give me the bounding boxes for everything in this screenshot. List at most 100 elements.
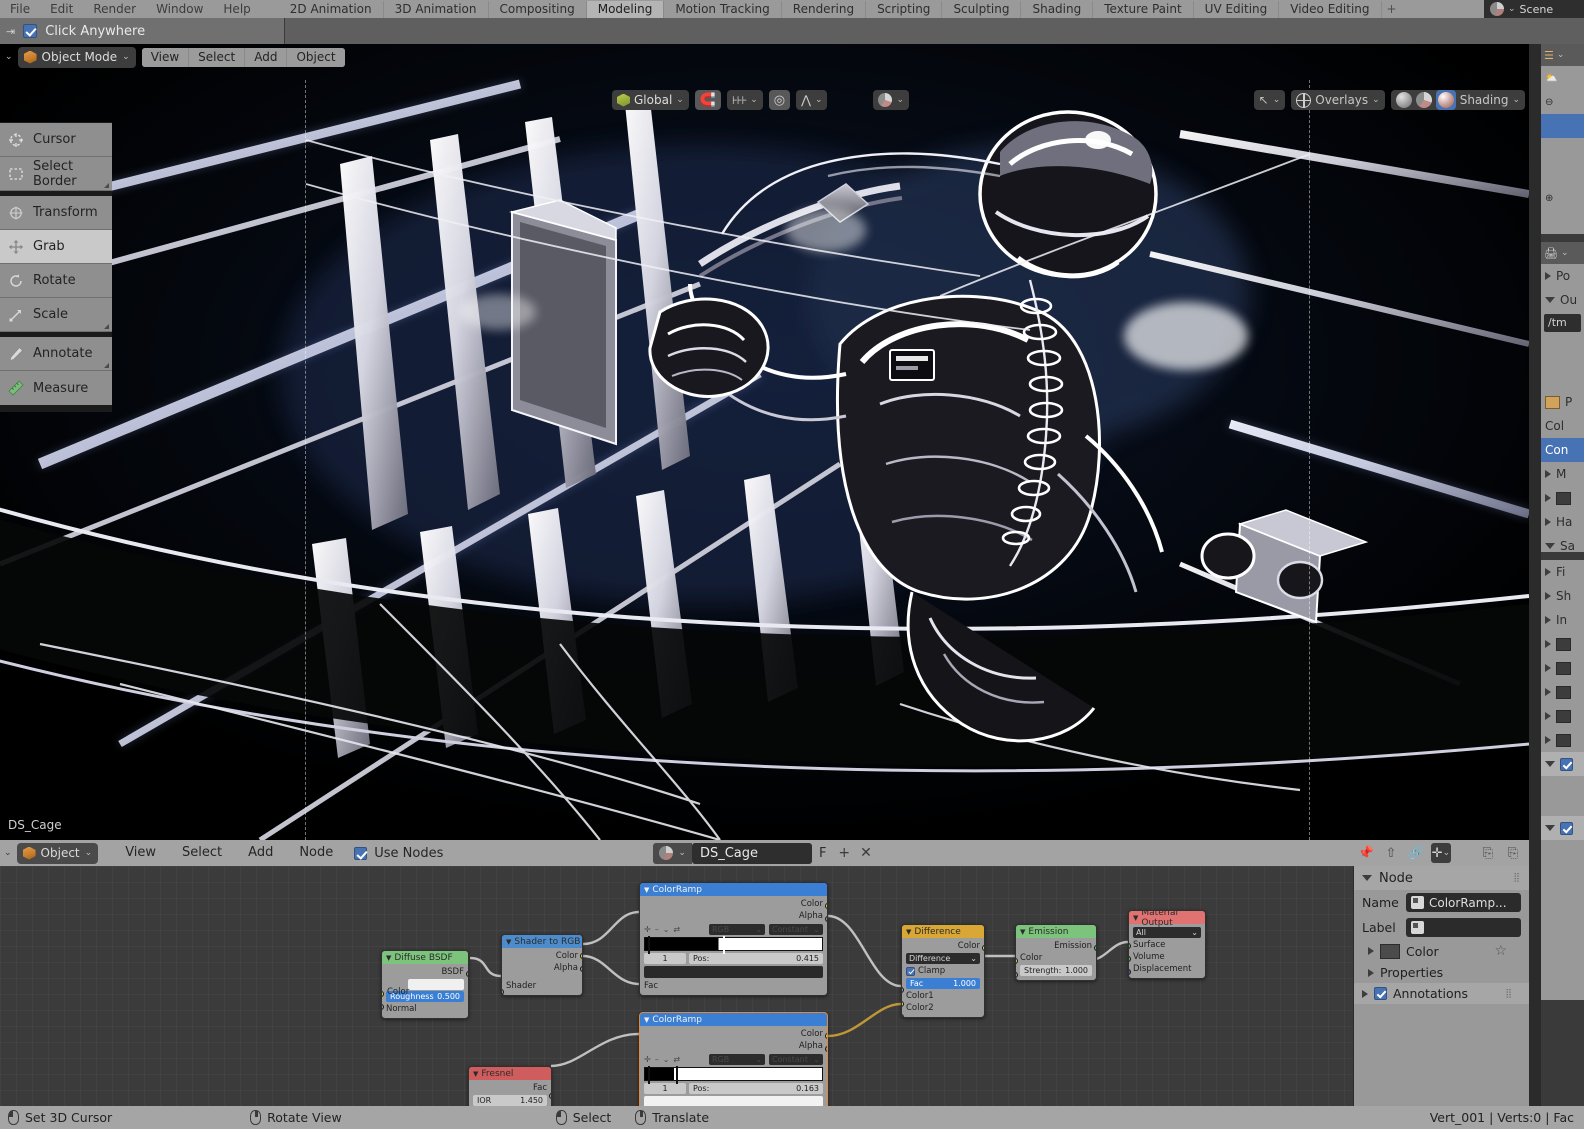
- world-section-shading[interactable]: Sh: [1541, 584, 1584, 608]
- ramp-stop-position[interactable]: Pos: 0.415: [689, 953, 823, 964]
- emission-strength-field[interactable]: Strength: 1.000: [1020, 965, 1092, 976]
- rendered-shading-button[interactable]: [1435, 90, 1456, 110]
- overlays-popover[interactable]: Overlays ⌄: [1291, 90, 1385, 110]
- world-properties-panel[interactable]: Fi Sh In: [1541, 560, 1584, 1000]
- node-fresnel[interactable]: ▼ Fresnel Fac IOR1.450 Normal: [468, 1066, 552, 1106]
- menu-help[interactable]: Help: [213, 0, 260, 18]
- link-icon[interactable]: 🔗: [1406, 843, 1426, 863]
- socket-emission-out[interactable]: [1094, 945, 1096, 951]
- clamp-checkbox-row[interactable]: Clamp: [906, 965, 980, 977]
- snap-toggle-button[interactable]: 🧲: [694, 90, 722, 110]
- node-shader-to-rgb[interactable]: ▼ Shader to RGB Color Alpha Shader: [501, 934, 583, 996]
- node-menu-add[interactable]: Add: [235, 840, 286, 866]
- grip-icon[interactable]: ⣿: [1513, 873, 1521, 883]
- node-name-field[interactable]: ColorRamp...: [1406, 893, 1521, 912]
- clamp-checkbox[interactable]: [906, 966, 915, 976]
- visibility-selector[interactable]: ↖ ⌄: [1253, 90, 1286, 110]
- output-section-post-processing[interactable]: Po: [1541, 264, 1584, 288]
- blend-mode-dropdown[interactable]: Difference ⌄: [906, 953, 980, 964]
- node-menu-view[interactable]: View: [112, 840, 169, 866]
- 3d-viewport[interactable]: ⌄ Object Mode ⌄ View Select Add Object G…: [0, 44, 1529, 840]
- node-header[interactable]: ▼ Emission: [1016, 925, 1096, 938]
- tool-expand-corner-icon[interactable]: [104, 363, 109, 368]
- add-stop-icon[interactable]: ✛: [644, 1055, 651, 1064]
- properties-tab-strip[interactable]: [1529, 44, 1541, 1106]
- snap-mode-selector[interactable]: ⊦⊦⊦ ⌄: [727, 90, 763, 110]
- interpolation-dropdown[interactable]: Constant ⌄: [769, 923, 823, 935]
- colorramp-1-gradient[interactable]: [644, 936, 823, 954]
- socket-color-out[interactable]: [825, 903, 827, 909]
- outliner-row-blank-1[interactable]: [1541, 138, 1584, 162]
- workspace-tab-motion-tracking[interactable]: Motion Tracking: [664, 1, 782, 18]
- click-anywhere-checkbox[interactable]: [23, 24, 38, 38]
- material-section-halo[interactable]: Ha: [1541, 510, 1584, 534]
- workspace-tab-shading[interactable]: Shading: [1021, 1, 1094, 18]
- add-workspace-icon[interactable]: +: [1382, 1, 1402, 18]
- socket-color-out[interactable]: [982, 945, 984, 951]
- node-canvas[interactable]: ▼ Diffuse BSDF BSDF Roughness 0.500 Norma…: [0, 866, 1353, 1106]
- output-section-output[interactable]: Ou: [1541, 288, 1584, 312]
- world-section-filter[interactable]: Fi: [1541, 560, 1584, 584]
- shading-mode-group[interactable]: Shading ⌄: [1390, 90, 1525, 110]
- remove-stop-icon[interactable]: –: [655, 1055, 659, 1064]
- node-diffuse-bsdf[interactable]: ▼ Diffuse BSDF BSDF Roughness 0.500 Norma…: [381, 950, 469, 1019]
- world-row-checkbox-2[interactable]: [1541, 816, 1584, 840]
- tool-measure[interactable]: Measure: [0, 371, 112, 405]
- tool-transform[interactable]: Transform: [0, 196, 112, 230]
- remove-stop-icon[interactable]: –: [655, 925, 659, 934]
- outliner-row-blank-2[interactable]: [1541, 162, 1584, 186]
- paste-icon[interactable]: ⎘: [1503, 843, 1523, 863]
- material-name-field[interactable]: DS_Cage: [691, 842, 812, 864]
- material-shading-icon[interactable]: [1415, 92, 1432, 108]
- node-header[interactable]: ▼ Shader to RGB: [502, 935, 582, 948]
- world-row-swatch-4[interactable]: [1541, 704, 1584, 728]
- menu-edit[interactable]: Edit: [40, 0, 83, 18]
- interpolation-dropdown[interactable]: Constant ⌄: [769, 1053, 823, 1065]
- collapse-icon[interactable]: ▼: [1020, 928, 1025, 936]
- proportional-editing-toggle[interactable]: ◎: [768, 90, 791, 110]
- material-active-row[interactable]: Con: [1541, 438, 1584, 462]
- output-properties-header[interactable]: 🖨 ⌄: [1541, 242, 1584, 264]
- collapse-icon[interactable]: ▼: [644, 886, 649, 894]
- colorramp-2-gradient[interactable]: [644, 1066, 823, 1084]
- outliner-row-collection[interactable]: ⛅: [1541, 66, 1584, 90]
- viewport-menu-view[interactable]: View: [141, 47, 189, 67]
- collapse-icon[interactable]: ▼: [473, 1070, 478, 1078]
- ramp-stop-0[interactable]: [646, 1066, 653, 1084]
- tool-grab[interactable]: Grab: [0, 230, 112, 264]
- socket-alpha-out[interactable]: [825, 1046, 827, 1052]
- ramp-stop-1[interactable]: [674, 1066, 681, 1084]
- use-nodes-checkbox[interactable]: [354, 846, 368, 860]
- socket-alpha-out[interactable]: [825, 916, 827, 922]
- scene-selector[interactable]: ⌄ Scene: [1484, 0, 1584, 18]
- add-stop-icon[interactable]: ✛: [644, 925, 651, 934]
- workspace-tab-2d-animation[interactable]: 2D Animation: [278, 1, 384, 18]
- tool-scale[interactable]: Scale: [0, 298, 112, 332]
- workspace-tab-video-editing[interactable]: Video Editing: [1279, 1, 1382, 18]
- workspace-tab-texture-paint[interactable]: Texture Paint: [1093, 1, 1194, 18]
- ramp-stop-index[interactable]: 1: [644, 953, 686, 964]
- node-header[interactable]: ▼ Difference: [902, 925, 984, 938]
- node-color-swatch[interactable]: [1380, 943, 1400, 959]
- tool-cursor[interactable]: Cursor: [0, 123, 112, 157]
- grip-icon[interactable]: ⣿: [1505, 989, 1513, 999]
- outliner-panel[interactable]: ☰ ⌄ ⛅ ⊖ ⊕: [1541, 44, 1584, 234]
- ramp-tools-icon[interactable]: ⌄: [663, 1055, 670, 1064]
- color-mode-dropdown[interactable]: RGB ⌄: [709, 1053, 765, 1065]
- color-swatch[interactable]: [1556, 661, 1571, 675]
- outliner-row-selected[interactable]: [1541, 114, 1584, 138]
- color-swatch[interactable]: [1556, 637, 1571, 651]
- collapse-icon[interactable]: ▼: [906, 928, 911, 936]
- node-header[interactable]: ▼ Diffuse BSDF: [382, 951, 468, 964]
- socket-alpha-out[interactable]: [580, 966, 582, 972]
- world-row-swatch-5[interactable]: [1541, 728, 1584, 752]
- output-target-dropdown[interactable]: All ⌄: [1133, 927, 1201, 938]
- node-properties-row[interactable]: Properties: [1354, 962, 1529, 983]
- material-section-color[interactable]: [1541, 486, 1584, 510]
- tool-select-border[interactable]: Select Border: [0, 157, 112, 191]
- viewport-menu-add[interactable]: Add: [244, 47, 287, 67]
- workspace-tab-modeling[interactable]: Modeling: [586, 1, 665, 18]
- material-color-row[interactable]: Col: [1541, 414, 1584, 438]
- tool-expand-corner-icon[interactable]: [104, 183, 109, 188]
- menu-render[interactable]: Render: [83, 0, 146, 18]
